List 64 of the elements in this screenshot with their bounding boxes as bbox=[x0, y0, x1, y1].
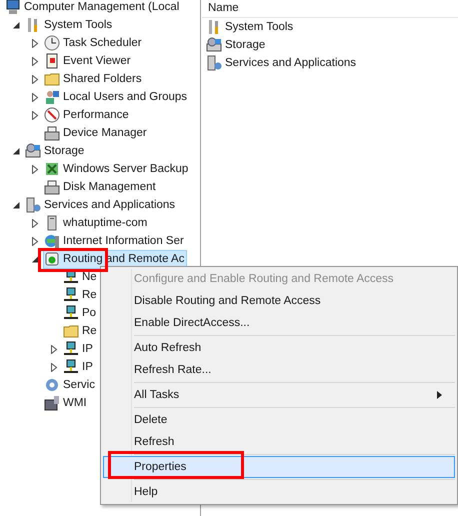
tree-item[interactable]: Storage bbox=[24, 142, 88, 160]
expand-arrow-icon[interactable] bbox=[32, 38, 38, 48]
tree-item[interactable]: Windows Server Backup bbox=[43, 160, 192, 178]
tree-item[interactable]: System Tools bbox=[24, 16, 116, 34]
folder-icon bbox=[63, 323, 79, 339]
storage-icon bbox=[206, 37, 222, 53]
menu-item[interactable]: All Tasks bbox=[103, 384, 455, 406]
network-icon bbox=[63, 287, 79, 303]
tree-item[interactable]: Re bbox=[62, 322, 100, 340]
collapse-arrow-icon[interactable] bbox=[12, 20, 20, 30]
expand-arrow-icon[interactable] bbox=[32, 218, 38, 228]
column-header[interactable]: Name bbox=[202, 0, 458, 18]
tree-item[interactable]: IP bbox=[62, 358, 96, 376]
computer-icon bbox=[5, 0, 21, 15]
network-icon bbox=[63, 305, 79, 321]
expand-arrow-icon[interactable] bbox=[32, 92, 38, 102]
tree-item[interactable]: Po bbox=[62, 304, 100, 322]
expand-arrow-icon[interactable] bbox=[32, 74, 38, 84]
users-icon bbox=[44, 89, 60, 105]
tree-item[interactable]: Servic bbox=[43, 376, 98, 394]
network-icon bbox=[63, 359, 79, 375]
highlight-frame bbox=[38, 248, 108, 272]
collapse-arrow-icon[interactable] bbox=[12, 200, 20, 210]
tree-item[interactable]: Services and Applications bbox=[24, 196, 178, 214]
menu-item[interactable]: Properties bbox=[103, 456, 455, 478]
tree-item[interactable]: Ne bbox=[62, 268, 100, 286]
tree-item[interactable]: Disk Management bbox=[43, 178, 159, 196]
expand-arrow-icon[interactable] bbox=[32, 56, 38, 66]
list-item[interactable]: Storage bbox=[202, 36, 458, 54]
folder-icon bbox=[44, 71, 60, 87]
network-icon bbox=[63, 269, 79, 285]
tree-item[interactable]: Device Manager bbox=[43, 124, 150, 142]
network-icon bbox=[63, 341, 79, 357]
tree-item[interactable]: Re bbox=[62, 286, 100, 304]
menu-item[interactable]: Help bbox=[103, 481, 455, 503]
storage-icon bbox=[25, 143, 41, 159]
tree-item[interactable]: Event Viewer bbox=[43, 52, 134, 70]
collapse-arrow-icon[interactable] bbox=[32, 254, 38, 264]
collapse-arrow-icon[interactable] bbox=[12, 146, 20, 156]
menu-item[interactable]: Refresh Rate... bbox=[103, 359, 455, 381]
expand-arrow-icon[interactable] bbox=[50, 344, 58, 354]
tree-item[interactable]: Shared Folders bbox=[43, 70, 145, 88]
menu-item[interactable]: Refresh bbox=[103, 431, 455, 453]
tree-item[interactable]: IP bbox=[62, 340, 96, 358]
tree-item[interactable]: Local Users and Groups bbox=[43, 88, 190, 106]
expand-arrow-icon[interactable] bbox=[32, 110, 38, 120]
expand-arrow-icon[interactable] bbox=[50, 362, 58, 372]
list-item[interactable]: System Tools bbox=[202, 18, 458, 36]
list-item[interactable]: Services and Applications bbox=[202, 54, 458, 72]
tree-item[interactable]: Internet Information Ser bbox=[43, 232, 187, 250]
tree-item[interactable]: Performance bbox=[43, 106, 132, 124]
menu-item[interactable]: Enable DirectAccess... bbox=[103, 312, 455, 334]
tree-item[interactable]: Computer Management (Local bbox=[4, 0, 182, 16]
menu-item[interactable]: Disable Routing and Remote Access bbox=[103, 290, 455, 312]
globe-icon bbox=[44, 233, 60, 249]
gear-icon bbox=[44, 377, 60, 393]
clock-icon bbox=[44, 35, 60, 51]
expand-arrow-icon[interactable] bbox=[32, 236, 38, 246]
expand-arrow-icon[interactable] bbox=[32, 164, 38, 174]
tree-item[interactable]: WMI bbox=[43, 394, 90, 412]
tree-item[interactable]: whatuptime-com bbox=[43, 214, 150, 232]
menu-item[interactable]: Auto Refresh bbox=[103, 337, 455, 359]
tree-item[interactable]: Task Scheduler bbox=[43, 34, 145, 52]
menu-item[interactable]: Delete bbox=[103, 409, 455, 431]
